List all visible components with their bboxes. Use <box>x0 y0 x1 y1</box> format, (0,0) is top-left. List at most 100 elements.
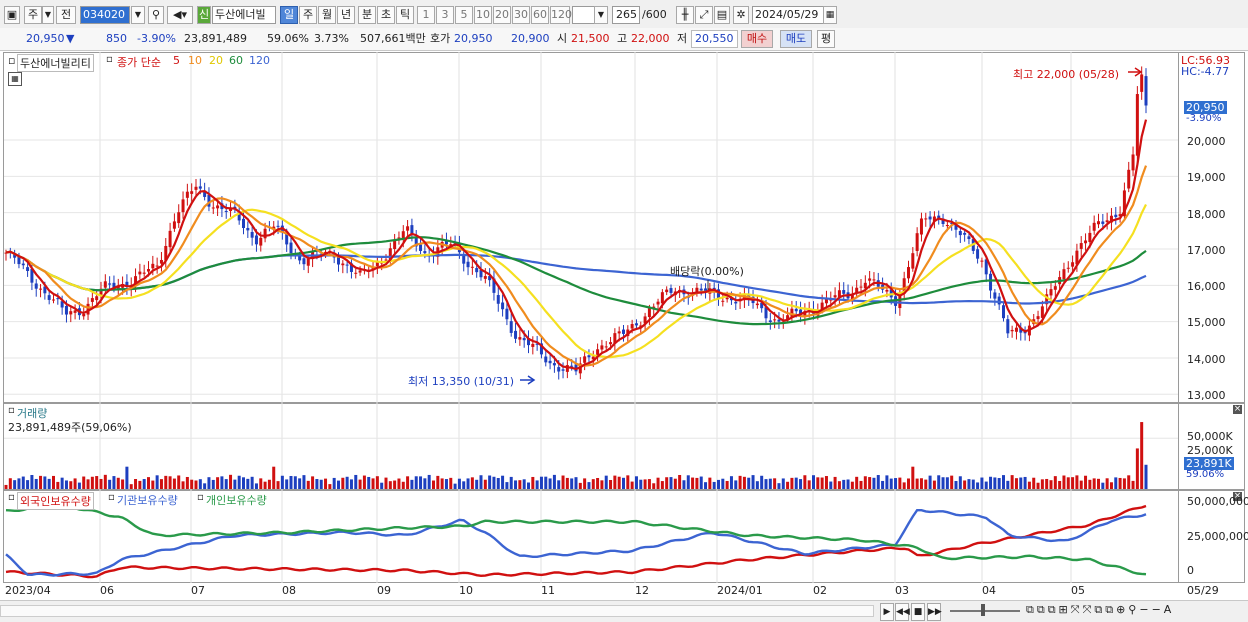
volume-bar <box>406 476 410 489</box>
table-icon[interactable]: ▦ <box>8 72 22 86</box>
candle <box>1131 146 1135 177</box>
ma-20-label: 20 <box>209 54 223 67</box>
volume-bar <box>609 479 613 489</box>
foreign-legend[interactable]: 외국인보유수량 <box>17 492 94 510</box>
volume-bar <box>203 483 207 489</box>
x-axis-label: 12 <box>635 584 649 597</box>
volume-bar <box>73 478 77 489</box>
volume-bar <box>1010 475 1014 489</box>
volume-bar <box>552 474 556 489</box>
volume-bar <box>686 475 690 489</box>
volume-bar <box>26 480 30 489</box>
volume-bar <box>872 477 876 489</box>
volume-bar <box>907 478 910 489</box>
volume-bar <box>69 481 73 489</box>
candle <box>514 322 518 344</box>
ma-120-label: 120 <box>249 54 270 67</box>
volume-bar <box>1019 477 1023 489</box>
volume-bar <box>324 478 328 489</box>
candle <box>919 212 923 242</box>
volume-bar <box>622 477 625 489</box>
volume-bar <box>172 478 176 489</box>
volume-bar <box>380 482 384 489</box>
volume-bar <box>432 480 435 489</box>
volume-bar <box>1062 475 1066 489</box>
x-axis-label: 06 <box>100 584 114 597</box>
individual-menu-icon[interactable]: ▫ <box>197 492 204 503</box>
volume-bar <box>708 477 712 489</box>
institution-menu-icon[interactable]: ▫ <box>108 492 115 503</box>
current-pct-tag: -3.90% <box>1186 113 1222 124</box>
volume-bar <box>958 476 962 489</box>
zoom-slider-track[interactable] <box>950 610 1020 612</box>
volume-menu-icon[interactable]: ▫ <box>8 405 15 416</box>
forward-icon[interactable]: ▶▶ <box>927 603 942 621</box>
volume-bar <box>734 480 738 489</box>
individual-legend[interactable]: 개인보유수량 <box>206 492 267 508</box>
volume-bar <box>34 478 38 489</box>
volume-bar <box>699 476 703 489</box>
volume-bar <box>242 477 245 489</box>
price-panel-title[interactable]: 두산에너빌리티 <box>17 54 94 72</box>
volume-bar <box>725 480 729 489</box>
volume-bar <box>177 475 181 489</box>
volume-bar <box>427 474 431 489</box>
volume-bar <box>1135 448 1139 489</box>
volume-bar <box>194 480 198 489</box>
x-axis-label: 02 <box>813 584 827 597</box>
candle <box>1105 212 1109 230</box>
high-annotation: 최고 22,000 (05/28) <box>1013 68 1120 81</box>
horizontal-scrollbar[interactable] <box>0 605 874 617</box>
stop-icon[interactable]: ■ <box>911 603 925 621</box>
scroll-right-icon[interactable]: ▶ <box>880 603 894 621</box>
volume-bar <box>777 483 781 489</box>
zoom-slider-handle[interactable] <box>981 604 985 616</box>
x-axis-label: 07 <box>191 584 205 597</box>
institution-legend[interactable]: 기관보유수량 <box>117 492 178 508</box>
volume-bar <box>250 476 254 489</box>
candle <box>34 279 38 297</box>
candle <box>354 268 358 279</box>
volume-bar <box>518 480 522 489</box>
candle <box>375 256 379 275</box>
volume-bar <box>647 479 651 489</box>
volume-bar <box>21 476 25 489</box>
volume-bar <box>945 477 949 489</box>
volume-bar <box>125 466 129 489</box>
volume-bar <box>790 477 794 489</box>
chart-canvas[interactable] <box>0 0 1248 600</box>
candle <box>479 262 483 281</box>
candle <box>159 252 163 272</box>
candle <box>168 222 172 253</box>
volume-bar <box>837 481 841 489</box>
volume-bar <box>902 482 906 489</box>
ma-menu-icon[interactable]: ▫ <box>106 54 113 65</box>
volume-bar <box>168 476 172 489</box>
volume-bar <box>1075 475 1079 489</box>
volume-close-icon[interactable]: × <box>1233 405 1242 414</box>
view-tools-icons[interactable]: ⧉⧉⧉⊞⤧⤧⧉⧉⊕⚲−−A <box>1026 603 1174 617</box>
rewind-icon[interactable]: ◀◀ <box>895 603 910 621</box>
volume-bar <box>1058 480 1062 489</box>
x-axis-label: 04 <box>982 584 996 597</box>
volume-bar <box>216 477 220 489</box>
volume-bar <box>1079 480 1083 489</box>
volume-bar <box>1053 476 1057 489</box>
volume-bar <box>768 478 772 489</box>
ma-10-label: 10 <box>188 54 202 67</box>
price-panel-menu-icon[interactable]: ▫ <box>8 54 15 67</box>
x-axis-label: 05 <box>1071 584 1085 597</box>
candle <box>574 357 578 376</box>
volume-bar <box>1140 422 1144 489</box>
volume-bar <box>980 477 984 489</box>
volume-bar <box>583 478 587 489</box>
volume-bar <box>492 476 496 489</box>
x-axis-label: 09 <box>377 584 391 597</box>
volume-bar <box>548 478 552 489</box>
candle <box>207 187 211 212</box>
volume-bar <box>1045 478 1049 489</box>
volume-bar <box>673 478 677 489</box>
foreign-menu-icon[interactable]: ▫ <box>8 492 15 503</box>
volume-bar <box>799 479 803 489</box>
volume-bar <box>449 477 453 489</box>
